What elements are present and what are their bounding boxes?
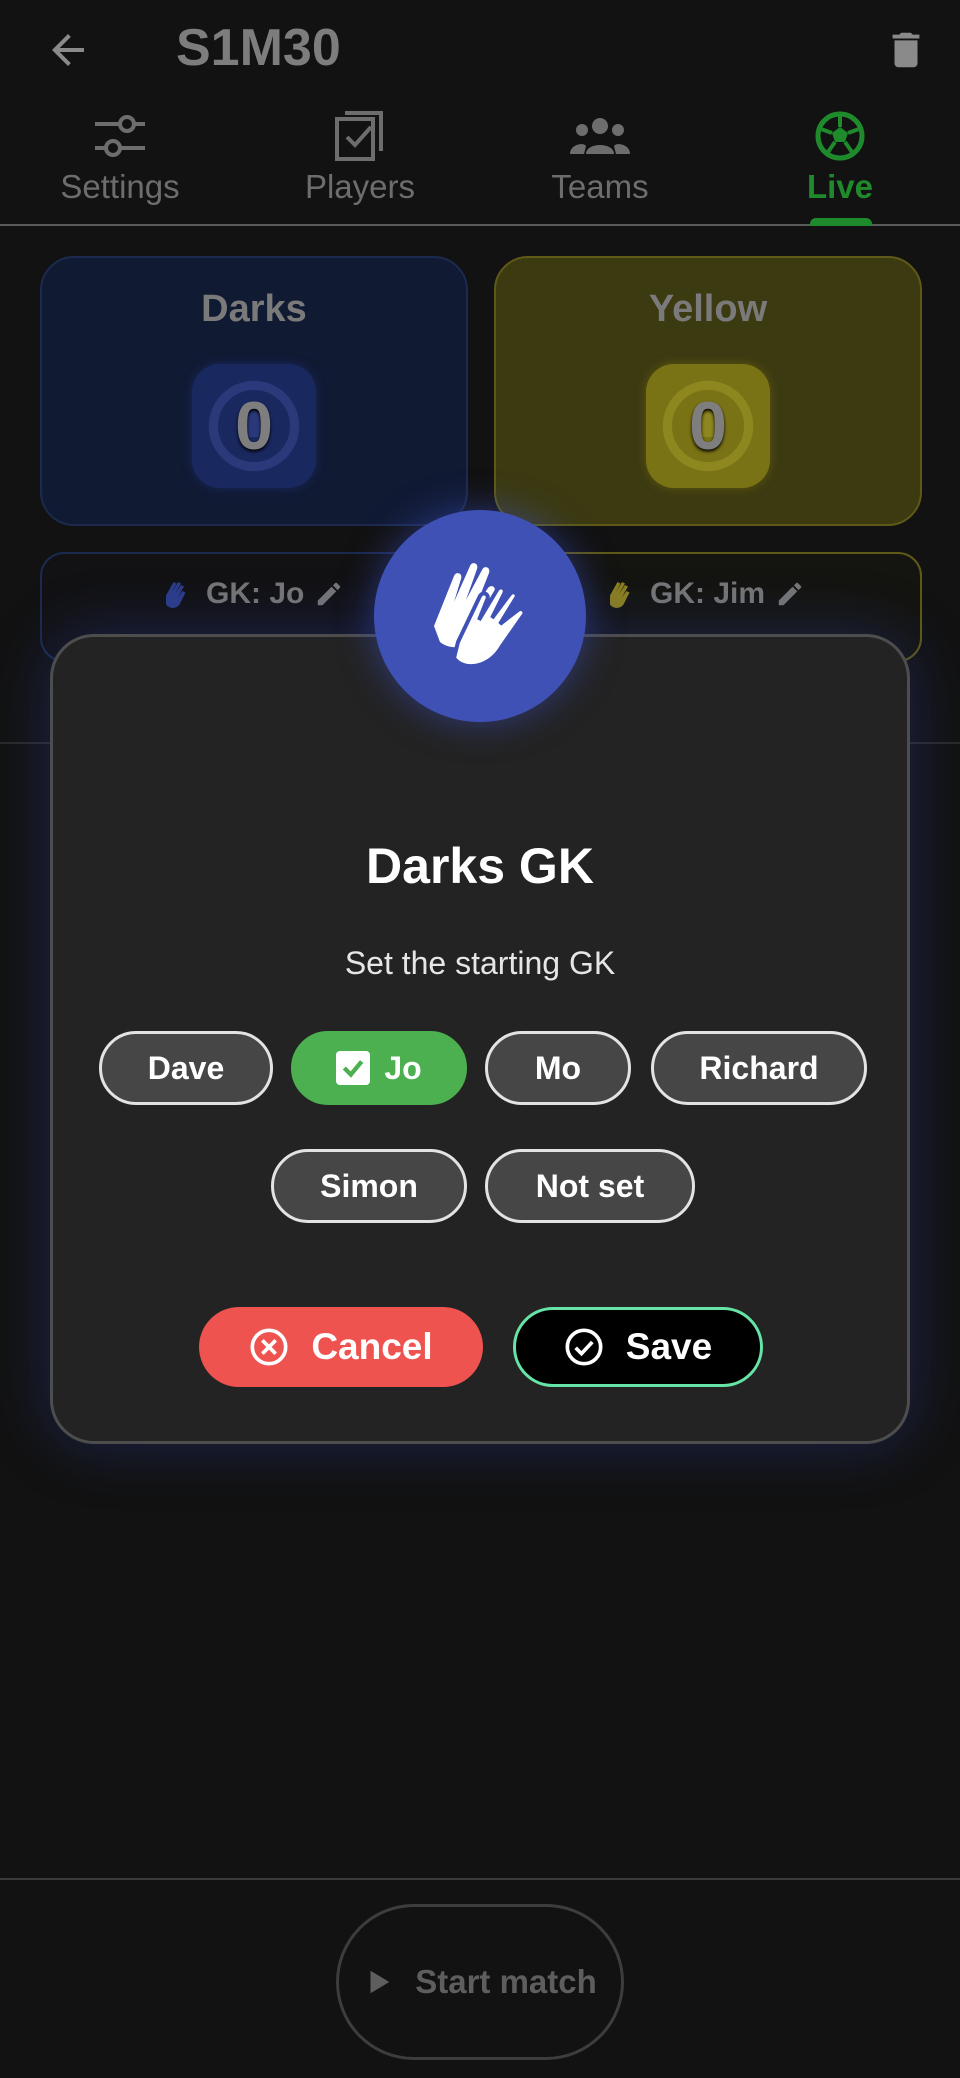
dialog-title: Darks GK [366,838,594,894]
player-chip-simon[interactable]: Simon [271,1149,467,1223]
tab-bar: Settings Players Teams Live [0,100,960,226]
delete-button[interactable] [878,22,934,78]
darks-score: 0 [235,388,273,464]
tab-settings-label: Settings [60,168,180,205]
group-icon [570,106,630,166]
checklist-icon [330,106,390,166]
start-match-button[interactable]: Start match [336,1904,624,2060]
top-app-bar: S1M30 [0,0,960,100]
tab-teams[interactable]: Teams [480,100,720,224]
save-button[interactable]: Save [513,1307,763,1387]
active-tab-indicator [810,218,872,226]
tab-players[interactable]: Players [240,100,480,224]
pencil-icon[interactable] [314,579,344,609]
back-button[interactable] [40,22,96,78]
darks-score-button[interactable]: 0 [192,364,316,488]
darks-score-card[interactable]: Darks 0 [40,256,468,526]
darks-team-name: Darks [201,288,307,330]
player-chip-mo[interactable]: Mo [485,1031,631,1105]
cancel-label: Cancel [311,1326,433,1367]
pencil-icon[interactable] [775,579,805,609]
player-chip-richard[interactable]: Richard [651,1031,867,1105]
hands-icon [434,563,527,668]
cancel-button[interactable]: Cancel [199,1307,483,1387]
check-circle-icon [565,1328,603,1366]
checkbox-checked-icon [336,1051,371,1085]
yellow-score-button[interactable]: 0 [646,364,770,488]
gk-dialog: Darks GK Set the starting GK Dave Jo Mo … [50,634,910,1444]
player-chip-dave[interactable]: Dave [99,1031,273,1105]
bottom-bar: Start match [0,1878,960,2078]
tab-teams-label: Teams [551,168,649,205]
tab-live[interactable]: Live [720,100,960,224]
dialog-subtitle: Set the starting GK [344,945,616,981]
yellow-score-card[interactable]: Yellow 0 [494,256,922,526]
save-label: Save [625,1326,713,1367]
start-match-label: Start match [415,1963,597,2000]
player-chip-jo[interactable]: Jo [291,1031,467,1105]
yellow-team-name: Yellow [648,288,768,330]
play-icon [370,1970,390,1994]
darks-gk-label: GK: Jo [206,577,305,610]
tab-settings[interactable]: Settings [0,100,240,224]
trash-icon [892,32,920,68]
yellow-gk-label: GK: Jim [650,577,766,610]
sliders-icon [90,106,150,166]
cancel-circle-icon [250,1328,288,1366]
hands-icon [610,582,630,608]
dialog-badge [374,510,586,722]
hands-icon [166,582,186,608]
arrow-left-icon [52,34,84,66]
tab-players-label: Players [304,168,416,205]
tab-live-label: Live [806,168,874,205]
page-title: S1M30 [176,19,341,77]
soccer-ball-icon [810,106,870,166]
player-chip-not-set[interactable]: Not set [485,1149,695,1223]
yellow-score: 0 [689,388,727,464]
